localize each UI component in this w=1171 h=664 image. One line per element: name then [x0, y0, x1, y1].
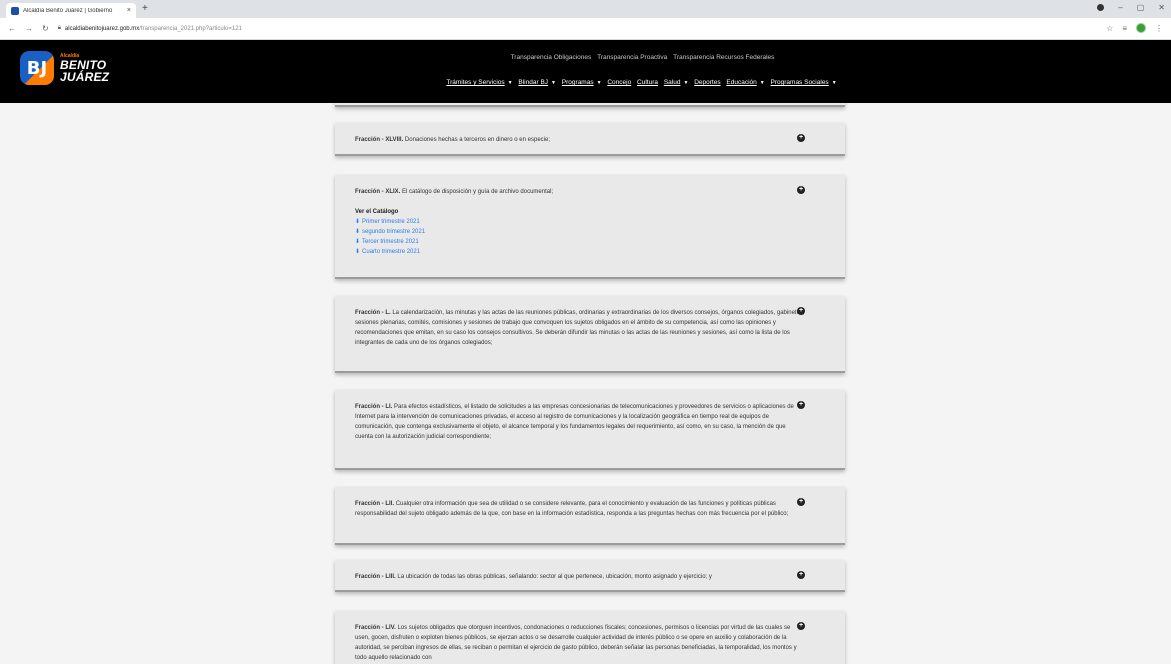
fraction-text: Cualquier otra información que sea de ut… — [355, 501, 789, 517]
fraction-text: El catálogo de disposición y guía de arc… — [402, 189, 554, 195]
download-icon: ⬇ — [355, 239, 361, 245]
browser-tab[interactable]: Alcaldía Benito Juárez | Gobierno × — [6, 3, 136, 18]
site-header: BJ Alcaldía BENITO JUÁREZ Transparencia … — [0, 40, 1171, 103]
nav-salud[interactable]: Salud — [664, 79, 681, 86]
fraction-label: Fracción - XLIX. — [355, 189, 401, 195]
fraction-card: Fracción - L. La calendarización, las mi… — [335, 296, 845, 373]
nav-blindar[interactable]: Blindar BJ — [518, 79, 548, 86]
fraction-card: Fracción - LII. Cualquier otra informaci… — [335, 487, 845, 545]
caret-down-icon: ▼ — [596, 80, 602, 86]
menu-icon[interactable]: ⋮ — [1155, 24, 1163, 33]
favicon-icon — [11, 6, 19, 15]
fraction-label: Fracción - LI. — [355, 404, 393, 410]
new-tab-button[interactable]: + — [142, 3, 148, 15]
maximize-icon[interactable]: ▢ — [1137, 3, 1145, 12]
forward-icon[interactable]: → — [25, 24, 33, 33]
caret-down-icon: ▼ — [759, 80, 765, 86]
profile-avatar[interactable] — [1136, 23, 1146, 33]
fraction-card: Fracción - XLVIII. Donaciones hechas a t… — [335, 123, 845, 156]
nav-programas-sociales[interactable]: Programas Sociales — [771, 79, 829, 86]
nav-deportes[interactable]: Deportes — [694, 79, 720, 86]
catalog-title: Ver el Catálogo — [355, 209, 399, 215]
top-link-proactiva[interactable]: Transparencia Proactiva — [597, 54, 667, 61]
download-icon: ⬇ — [355, 249, 361, 255]
fraction-label: Fracción - L. — [355, 310, 391, 316]
expand-plus-icon[interactable]: + — [797, 498, 805, 506]
fraction-text: Donaciones hechas a terceros en dinero o… — [404, 137, 550, 143]
top-links: Transparencia Obligaciones Transparencia… — [0, 54, 1171, 61]
top-link-recursos-federales[interactable]: Transparencia Recursos Federales — [673, 54, 774, 61]
record-icon[interactable] — [1097, 4, 1105, 11]
top-link-obligaciones[interactable]: Transparencia Obligaciones — [511, 54, 592, 61]
reload-icon[interactable]: ↻ — [42, 24, 49, 33]
expand-plus-icon[interactable]: + — [797, 571, 805, 579]
url-path: /transparencia_2021.php?articulo=121 — [139, 25, 242, 32]
catalog-link-label: Tercer trimestre 2021 — [362, 239, 419, 245]
url-host: alcaldiabenitojuarez.gob.mx — [64, 25, 140, 32]
fraction-label: Fracción - XLVIII. — [355, 137, 404, 143]
catalog-link[interactable]: ⬇ Cuarto trimestre 2021 — [355, 247, 805, 257]
nav-cultura[interactable]: Cultura — [637, 79, 658, 86]
fraction-card: Fracción - LIII. La ubicación de todas l… — [335, 560, 845, 592]
window-controls: – ▢ ✕ — [1097, 3, 1165, 12]
nav-programas[interactable]: Programas — [562, 79, 594, 86]
nav-educacion[interactable]: Educación — [726, 79, 756, 86]
fraction-label: Fracción - LIII. — [355, 574, 396, 580]
close-window-icon[interactable]: ✕ — [1158, 3, 1165, 12]
fraction-label: Fracción - LIV. — [355, 625, 396, 631]
fraction-text: Los sujetos obligados que otorguen incen… — [355, 625, 797, 661]
catalog-link[interactable]: ⬇ Tercer trimestre 2021 — [355, 237, 805, 247]
catalog-link[interactable]: ⬇ Primer trimestre 2021 — [355, 217, 805, 227]
fraction-label: Fracción - LII. — [355, 501, 395, 507]
tab-title: Alcaldía Benito Juárez | Gobierno — [23, 7, 113, 14]
browser-tabbar: Alcaldía Benito Juárez | Gobierno × + – … — [0, 0, 1171, 18]
catalog-link-label: Primer trimestre 2021 — [362, 219, 420, 225]
nav-concejo[interactable]: Concejo — [607, 79, 631, 86]
bookmark-star-icon[interactable]: ☆ — [1106, 24, 1113, 33]
catalog-link-label: segundo trimestre 2021 — [362, 229, 426, 235]
expand-plus-icon[interactable]: + — [797, 186, 805, 194]
download-icon: ⬇ — [355, 219, 361, 225]
back-icon[interactable]: ← — [8, 24, 16, 33]
caret-down-icon: ▼ — [507, 80, 513, 86]
fraction-text: La calendarización, las minutas y las ac… — [355, 310, 805, 346]
fraction-text: La ubicación de todas las obras públicas… — [397, 574, 712, 580]
expand-plus-icon[interactable]: + — [797, 401, 805, 409]
fraction-card: Fracción - LIV. Los sujetos obligados qu… — [335, 611, 845, 664]
address-bar: ← → ↻ 🔒︎ alcaldiabenitojuarez.gob.mx /tr… — [0, 18, 1171, 40]
url-field[interactable]: 🔒︎ alcaldiabenitojuarez.gob.mx /transpar… — [58, 25, 242, 32]
main-nav: Trámites y Servicios ▼ Blindar BJ ▼ Progra… — [0, 79, 1171, 86]
fraction-card: Fracción - LI. Para efectos estadísticos… — [335, 390, 845, 470]
fraction-card: Fracción - XLIX. El catálogo de disposic… — [335, 175, 845, 279]
expand-plus-icon[interactable]: + — [797, 134, 805, 142]
lock-icon: 🔒︎ — [57, 25, 61, 31]
nav-tramites[interactable]: Trámites y Servicios — [446, 79, 504, 86]
caret-down-icon: ▼ — [683, 80, 689, 86]
transparency-content: Fracción - XLVIII. Donaciones hechas a t… — [0, 103, 1171, 664]
fraction-text: Para efectos estadísticos, el listado de… — [355, 404, 794, 440]
expand-plus-icon[interactable]: + — [797, 307, 805, 315]
caret-down-icon: ▼ — [551, 80, 556, 86]
download-icon: ⬇ — [355, 229, 361, 235]
expand-plus-icon[interactable]: + — [797, 622, 805, 630]
catalog-link[interactable]: ⬇ segundo trimestre 2021 — [355, 227, 805, 237]
caret-down-icon: ▼ — [831, 80, 837, 86]
close-tab-icon[interactable]: × — [127, 7, 131, 14]
minimize-icon[interactable]: – — [1118, 3, 1122, 12]
reading-list-icon[interactable]: ≡ — [1122, 24, 1127, 33]
fraction-card-previous — [335, 103, 845, 107]
catalog-link-label: Cuarto trimestre 2021 — [362, 249, 421, 255]
